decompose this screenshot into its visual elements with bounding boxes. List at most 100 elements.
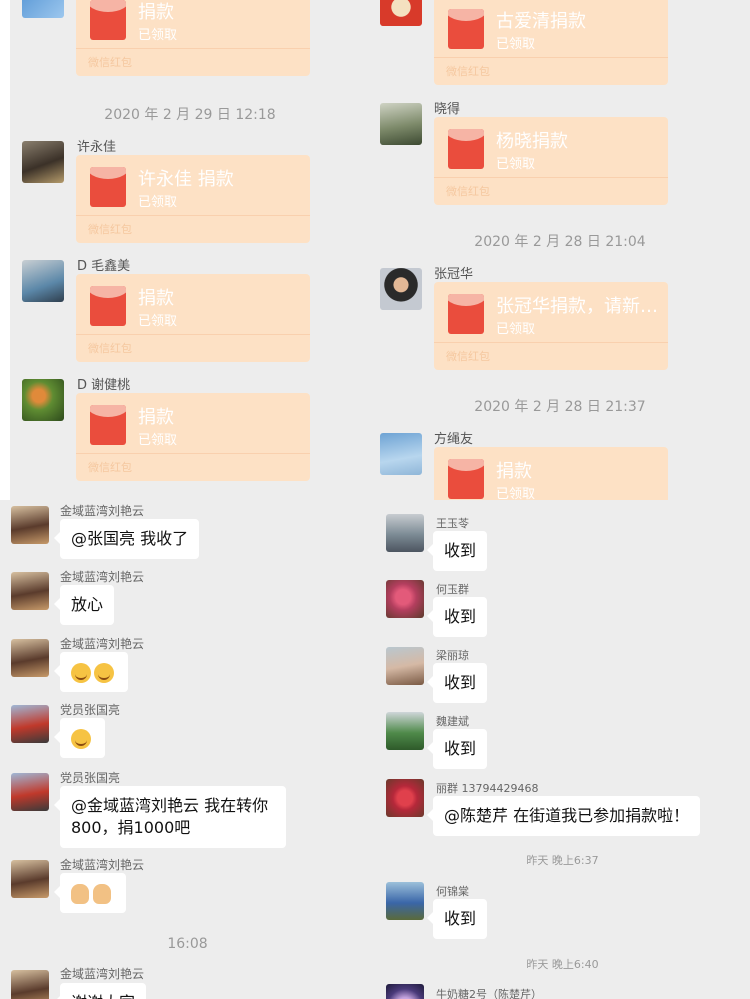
chat-panel-top-right: 古爱清捐款 已领取 微信红包 晓得 杨晓捐款 已领取 微信红包 2020 年 2… [370,0,750,500]
sender-name: 王玉苓 [436,517,469,530]
red-packet-title: 古爱清捐款 [496,11,586,32]
red-packet-status: 已领取 [496,487,536,500]
divider [76,334,310,335]
sender-name: D 谢健桃 [77,378,131,393]
sender-name: 丽群 13794429468 [436,782,539,795]
red-packet[interactable]: 张冠华捐款，请新… 已领取 微信红包 [434,282,668,370]
message-bubble[interactable]: 收到 [426,597,488,637]
avatar[interactable] [11,860,49,898]
avatar[interactable] [386,514,424,552]
avatar[interactable] [22,141,64,183]
divider [76,215,310,216]
red-packet-status: 已领取 [496,37,536,52]
red-packet-footer: 微信红包 [446,185,490,198]
sender-name: 金域蓝湾刘艳云 [60,637,145,651]
red-packet-title: 捐款 [138,407,174,428]
avatar[interactable] [11,773,49,811]
avatar[interactable] [386,647,424,685]
red-packet-footer: 微信红包 [446,65,490,78]
avatar[interactable] [386,580,424,618]
message-bubble[interactable]: 放心 [53,585,115,625]
sender-name: 金域蓝湾刘艳云 [60,967,145,981]
message-bubble[interactable]: @金域蓝湾刘艳云 我在转你800，捐1000吧 [54,786,286,848]
red-packet[interactable]: 杨晓捐款 已领取 微信红包 [434,117,668,205]
avatar[interactable] [11,970,49,999]
sender-name: 牛奶糖2号（陈楚芹） [436,988,542,999]
emoji-message-bubble[interactable] [54,718,105,758]
avatar[interactable] [22,0,64,18]
red-packet-title: 许永佳 捐款 [138,169,234,190]
divider [434,177,668,178]
sender-name: 方绳友 [434,432,474,447]
avatar[interactable] [11,705,49,743]
red-packet-title: 捐款 [138,288,174,309]
sender-name: 何锦棠 [436,885,469,898]
avatar[interactable] [380,433,422,475]
avatar[interactable] [22,260,64,302]
red-packet-footer: 微信红包 [88,461,132,474]
sender-name: 晓得 [434,102,461,117]
avatar[interactable] [380,0,422,26]
avatar[interactable] [380,103,422,145]
red-packet[interactable]: 捐款 已领取 微信红包 [76,393,310,481]
red-packet-footer: 微信红包 [88,342,132,355]
divider [434,342,668,343]
sender-name: 金域蓝湾刘艳云 [60,570,145,584]
red-envelope-icon [448,459,484,499]
red-packet[interactable]: 捐款 已领取 微信红包 [76,0,310,76]
timestamp: 昨天 晚上6:40 [526,958,599,971]
sender-name: 何玉群 [436,583,469,596]
red-packet-status: 已领取 [138,28,178,43]
avatar[interactable] [11,506,49,544]
sender-name: 党员张国亮 [60,703,121,717]
avatar[interactable] [22,379,64,421]
grinning-emoji-icon [71,728,91,749]
red-envelope-icon [90,167,126,207]
message-bubble[interactable]: 收到 [426,729,488,769]
message-bubble[interactable]: 收到 [426,899,488,939]
sender-name: D 毛鑫美 [77,259,131,274]
avatar[interactable] [380,268,422,310]
red-packet-status: 已领取 [496,157,536,172]
red-packet-title: 捐款 [496,461,532,482]
laughing-emoji-icon [94,662,114,683]
avatar[interactable] [11,639,49,677]
sender-name: 许永佳 [77,140,117,155]
red-packet[interactable]: 捐款 已领取 [434,447,668,500]
red-packet-footer: 微信红包 [446,350,490,363]
sender-name: 梁丽琼 [436,649,469,662]
ok-hand-icon [93,883,111,904]
avatar[interactable] [386,779,424,817]
red-envelope-icon [90,0,126,40]
red-packet[interactable]: 许永佳 捐款 已领取 微信红包 [76,155,310,243]
red-envelope-icon [448,129,484,169]
timestamp: 16:08 [167,936,208,952]
avatar[interactable] [386,712,424,750]
red-packet-status: 已领取 [138,195,178,210]
red-packet-status: 已领取 [138,314,178,329]
avatar[interactable] [386,882,424,920]
divider [434,57,668,58]
message-bubble[interactable]: @陈楚芹 在街道我已参加捐款啦！ [426,796,701,836]
red-envelope-icon [90,405,126,445]
message-bubble[interactable]: @张国亮 我收了 [53,519,200,559]
emoji-message-bubble[interactable] [54,873,126,913]
timestamp: 2020 年 2 月 28 日 21:37 [474,399,646,415]
emoji-message-bubble[interactable] [54,652,128,692]
message-bubble[interactable]: 收到 [426,663,488,703]
message-bubble[interactable]: 收到 [426,531,488,571]
message-bubble[interactable]: 谢谢大家 [53,983,147,999]
red-envelope-icon [448,294,484,334]
avatar[interactable] [386,984,424,999]
sender-name: 魏建斌 [436,715,469,728]
sender-name: 党员张国亮 [60,771,121,785]
sender-name: 张冠华 [434,267,474,282]
red-packet-footer: 微信红包 [88,56,132,69]
red-packet[interactable]: 捐款 已领取 微信红包 [76,274,310,362]
sender-name: 金域蓝湾刘艳云 [60,858,145,872]
chat-panel-bottom-right: 王玉苓 收到 何玉群 收到 梁丽琼 收到 魏建斌 收到 丽群 137944294… [375,500,750,999]
divider [76,48,310,49]
avatar[interactable] [11,572,49,610]
red-packet[interactable]: 古爱清捐款 已领取 微信红包 [434,0,668,85]
laughing-emoji-icon [71,662,91,683]
